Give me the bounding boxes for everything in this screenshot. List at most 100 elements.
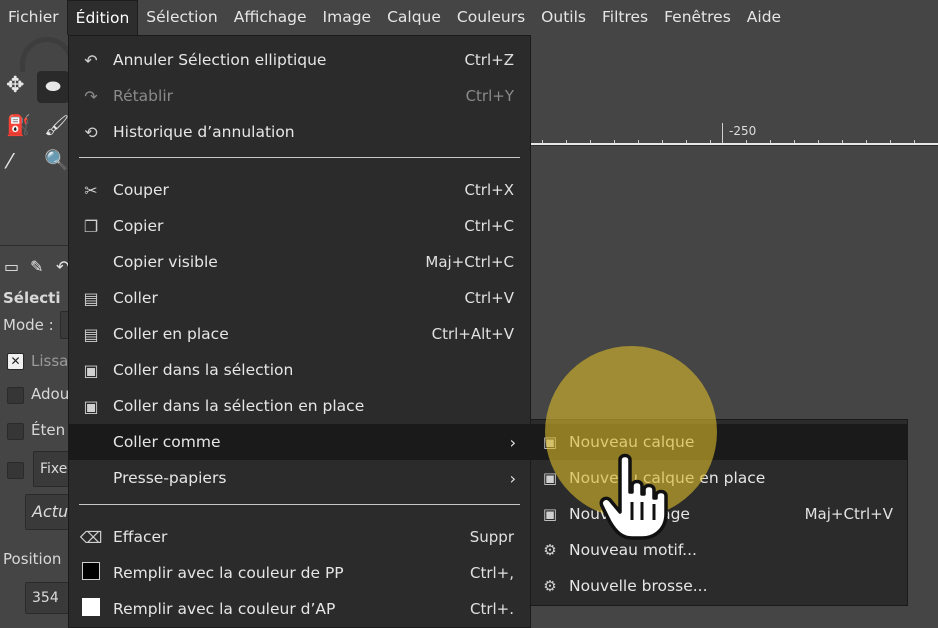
tool-options-title: Sélecti — [3, 289, 61, 307]
ellipse-select-tool-icon[interactable]: ⬬ — [37, 71, 69, 103]
menu-item-copy[interactable]: ❐ Copier Ctrl+C — [69, 208, 530, 244]
ruler-label: -250 — [729, 124, 757, 138]
menu-fichier[interactable]: Fichier — [0, 0, 67, 35]
menu-item-shortcut: Suppr — [469, 528, 514, 546]
paste-icon: ▤ — [83, 288, 99, 308]
menu-edition[interactable]: Édition — [66, 0, 139, 35]
menu-item-label: Copier — [113, 217, 164, 235]
menu-image[interactable]: Image — [315, 0, 380, 35]
menu-outils[interactable]: Outils — [533, 0, 594, 35]
color-picker-tool-icon[interactable]: ⁄ — [8, 149, 11, 173]
menu-item-clipboard[interactable]: Presse-papiers › — [69, 460, 530, 496]
menubar: Fichier Édition Sélection Affichage Imag… — [0, 0, 938, 35]
redo-icon: ↷ — [84, 86, 98, 106]
new-pattern-icon: ⚙ — [543, 541, 557, 559]
toolbox-divider — [0, 245, 70, 246]
menu-filtres[interactable]: Filtres — [594, 0, 656, 35]
menu-item-shortcut: Ctrl+X — [464, 181, 514, 199]
fixed-dropdown[interactable]: Fixe — [33, 451, 73, 487]
paste-into-in-place-icon: ▣ — [83, 396, 99, 416]
move-tool-icon[interactable]: ✥ — [6, 73, 24, 98]
menu-item-label: Coller dans la sélection en place — [113, 397, 365, 415]
current-field-value: Actu — [32, 502, 69, 521]
menu-item-paste-into-in-place[interactable]: ▣ Coller dans la sélection en place — [69, 388, 530, 424]
expand-checkbox[interactable] — [7, 423, 24, 440]
menu-separator — [79, 504, 520, 505]
menu-item-label: Presse-papiers — [113, 469, 227, 487]
menu-selection[interactable]: Sélection — [138, 0, 225, 35]
chevron-right-icon: › — [509, 468, 516, 488]
menu-item-label: Coller en place — [113, 325, 229, 343]
menu-item-shortcut: Ctrl+Z — [464, 51, 514, 69]
current-field[interactable]: Actu — [25, 494, 73, 530]
menu-item-paste-into[interactable]: ▣ Coller dans la sélection — [69, 352, 530, 388]
new-image-icon: ▣ — [542, 505, 558, 523]
submenu-item-new-pattern[interactable]: ⚙ Nouveau motif... — [531, 532, 907, 568]
edit-menu: ↶ Annuler Sélection elliptique Ctrl+Z ↷ … — [68, 35, 531, 628]
menu-item-fill-fg[interactable]: Remplir avec la couleur de PP Ctrl+, — [69, 555, 530, 591]
menu-item-copy-visible[interactable]: Copier visible Maj+Ctrl+C — [69, 244, 530, 280]
menu-fenetres[interactable]: Fenêtres — [656, 0, 739, 35]
device-status-tab-icon[interactable]: ▭ — [4, 257, 19, 276]
menu-item-cut[interactable]: ✂ Couper Ctrl+X — [69, 172, 530, 208]
menu-item-shortcut: Ctrl+Y — [465, 87, 514, 105]
menu-item-paste[interactable]: ▤ Coller Ctrl+V — [69, 280, 530, 316]
menu-item-paste-as[interactable]: Coller comme › — [69, 424, 530, 460]
menu-item-shortcut: Ctrl+V — [464, 289, 514, 307]
submenu-item-label: Nouvelle brosse... — [569, 577, 708, 595]
zoom-tool-icon[interactable]: 🔍 — [44, 148, 69, 172]
fixed-checkbox[interactable] — [7, 462, 24, 479]
gimp-logo-icon — [20, 37, 74, 72]
tool-options-tab-icon[interactable]: ✎ — [30, 257, 43, 276]
scissors-icon: ✂ — [84, 180, 98, 200]
antialias-checkbox[interactable]: ✕ — [7, 353, 24, 370]
fixed-dropdown-value: Fixe — [40, 461, 68, 477]
paste-in-place-icon: ▤ — [83, 324, 99, 344]
new-brush-icon: ⚙ — [543, 577, 557, 595]
paste-into-icon: ▣ — [83, 360, 99, 380]
position-x-field[interactable]: 354 — [25, 582, 73, 614]
undo-history-icon: ⟲ — [84, 122, 98, 142]
feather-label: Adou — [31, 385, 70, 403]
fill-bg-icon — [69, 598, 113, 620]
menu-separator — [79, 157, 520, 158]
menu-item-label: Couper — [113, 181, 169, 199]
submenu-item-shortcut: Maj+Ctrl+V — [804, 505, 893, 523]
menu-item-shortcut: Maj+Ctrl+C — [425, 253, 514, 271]
menu-item-shortcut: Ctrl+, — [469, 564, 514, 582]
menu-item-redo[interactable]: ↷ Rétablir Ctrl+Y — [69, 78, 530, 114]
bucket-fill-tool-icon[interactable]: ⛽ — [6, 113, 31, 137]
menu-item-label: Historique d’annulation — [113, 123, 295, 141]
undo-icon: ↶ — [84, 50, 98, 70]
menu-affichage[interactable]: Affichage — [226, 0, 315, 35]
menu-item-label: Remplir avec la couleur d’AP — [113, 600, 336, 618]
menu-item-label: Copier visible — [113, 253, 218, 271]
menu-aide[interactable]: Aide — [739, 0, 789, 35]
feather-checkbox[interactable] — [7, 387, 24, 404]
menu-item-shortcut: Ctrl+C — [464, 217, 514, 235]
menu-calque[interactable]: Calque — [379, 0, 449, 35]
submenu-item-new-brush[interactable]: ⚙ Nouvelle brosse... — [531, 568, 907, 604]
menu-couleurs[interactable]: Couleurs — [449, 0, 533, 35]
chevron-right-icon: › — [509, 432, 516, 452]
menu-item-label: Coller — [113, 289, 158, 307]
menu-item-clear[interactable]: ⌫ Effacer Suppr — [69, 519, 530, 555]
clear-icon: ⌫ — [79, 527, 103, 547]
menu-item-shortcut: Ctrl+Alt+V — [431, 325, 514, 343]
menu-item-label: Remplir avec la couleur de PP — [113, 564, 344, 582]
fill-fg-icon — [69, 562, 113, 584]
menu-item-paste-in-place[interactable]: ▤ Coller en place Ctrl+Alt+V — [69, 316, 530, 352]
menu-item-undo[interactable]: ↶ Annuler Sélection elliptique Ctrl+Z — [69, 42, 530, 78]
mode-label: Mode : — [3, 316, 54, 334]
position-x-value: 354 — [32, 590, 59, 606]
expand-label: Éten — [31, 421, 66, 439]
submenu-item-label: Nouveau motif... — [569, 541, 697, 559]
paintbrush-tool-icon[interactable]: 🖌 — [44, 113, 69, 137]
menu-item-label: Rétablir — [113, 87, 174, 105]
menu-item-fill-bg[interactable]: Remplir avec la couleur d’AP Ctrl+. — [69, 591, 530, 627]
menu-item-label: Coller dans la sélection — [113, 361, 294, 379]
menu-item-undo-history[interactable]: ⟲ Historique d’annulation — [69, 114, 530, 150]
hand-pointer-cursor-icon — [599, 453, 668, 540]
menu-item-shortcut: Ctrl+. — [469, 600, 514, 618]
menu-item-label: Annuler Sélection elliptique — [113, 51, 327, 69]
